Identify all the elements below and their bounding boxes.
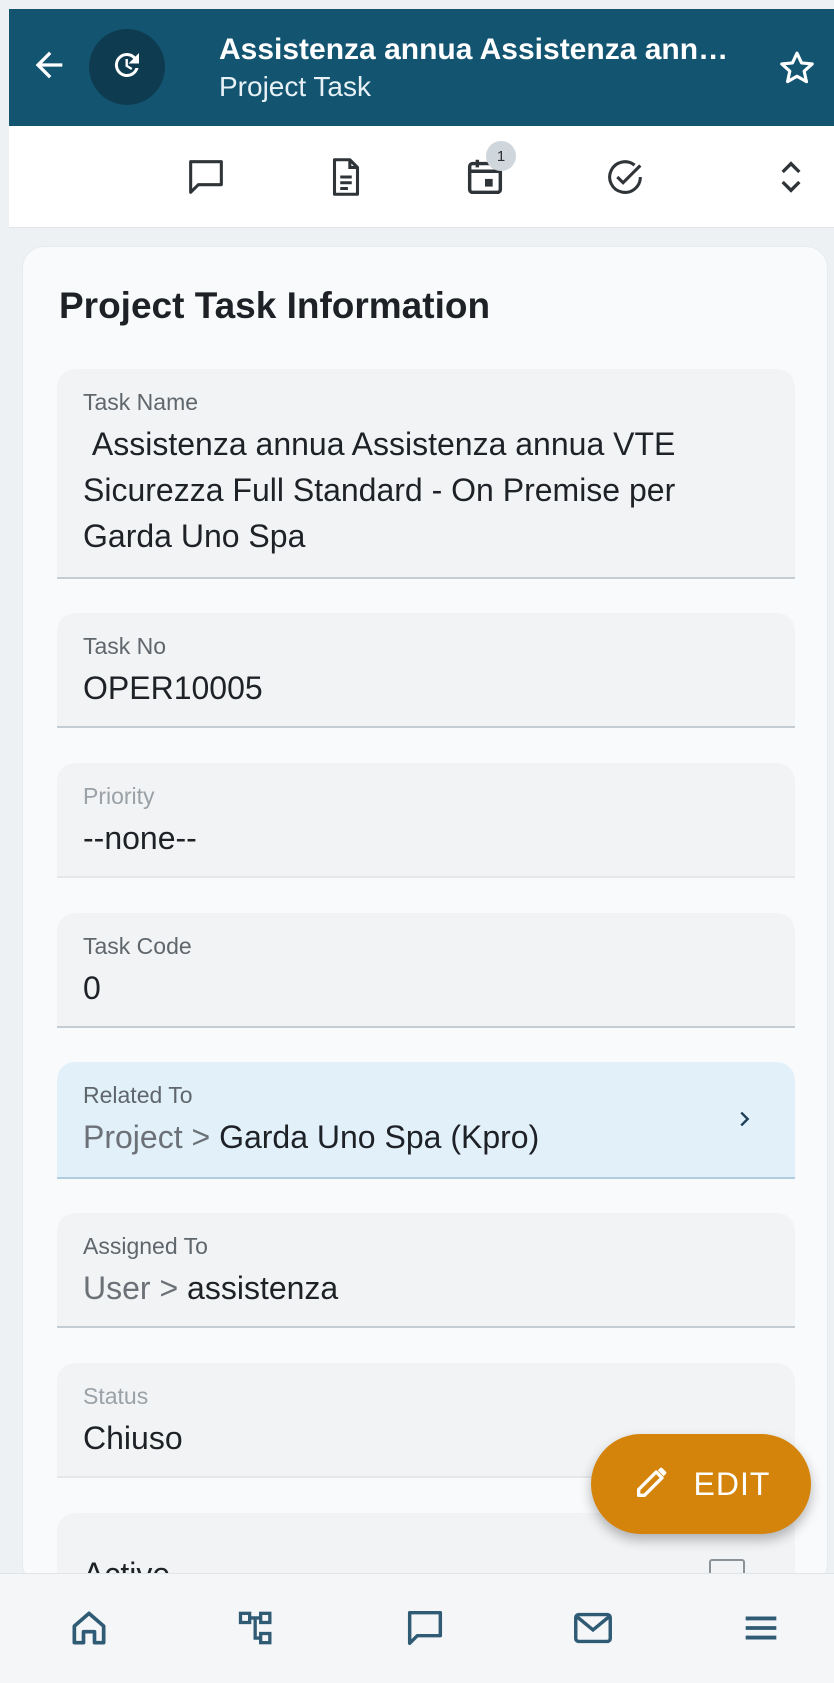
star-outline-icon [776, 47, 818, 94]
header-titles: Assistenza annua Assistenza annu... Proj… [219, 31, 739, 105]
nav-chat[interactable] [397, 1602, 453, 1658]
avatar [89, 29, 165, 105]
module-name: Project Task [219, 71, 371, 102]
expand-button[interactable] [764, 152, 818, 206]
nav-hierarchy[interactable] [229, 1602, 285, 1658]
back-button[interactable] [9, 9, 89, 126]
task-no-field[interactable]: Task No OPER10005 [57, 613, 795, 728]
task-code-field[interactable]: Task Code 0 [57, 913, 795, 1028]
document-icon [323, 154, 369, 205]
related-module: Project > [83, 1119, 220, 1155]
assignee-type: User > [83, 1270, 188, 1306]
documents-button[interactable] [319, 152, 373, 206]
field-label: Task Name [83, 389, 199, 415]
task-information-card: Project Task Information Task Name Assis… [22, 246, 828, 1595]
chevron-right-icon [733, 1106, 755, 1137]
section-title: Project Task Information [59, 285, 491, 326]
field-value: User > assistenza [83, 1265, 769, 1311]
edit-label: EDIT [693, 1465, 771, 1502]
tasks-button[interactable] [598, 152, 652, 206]
field-label: Task No [83, 633, 167, 659]
field-label: Status [83, 1383, 149, 1409]
unfold-icon [771, 155, 811, 204]
field-value: --none-- [83, 820, 197, 856]
nav-home[interactable] [61, 1602, 117, 1658]
calendar-badge: 1 [486, 141, 516, 171]
field-label: Priority [83, 783, 155, 809]
field-value: Assistenza annua Assistenza annua VTE Si… [83, 426, 685, 554]
record-title: Assistenza annua Assistenza annu... [219, 33, 739, 66]
chat-bubble-icon [183, 154, 229, 205]
arrow-left-icon [29, 45, 69, 90]
assigned-to-field[interactable]: Assigned To User > assistenza [57, 1213, 795, 1328]
edit-button[interactable]: EDIT [591, 1434, 811, 1534]
pencil-icon [632, 1462, 672, 1507]
priority-field: Priority --none-- [57, 763, 795, 878]
chat-bubble-icon [402, 1605, 448, 1656]
nav-menu[interactable] [733, 1602, 789, 1658]
check-circle-icon [602, 154, 648, 205]
hamburger-menu-icon [738, 1605, 784, 1656]
field-label: Related To [83, 1082, 193, 1108]
field-value: Project > Garda Uno Spa (Kpro) [83, 1114, 769, 1160]
calendar-button[interactable]: 1 [458, 141, 516, 206]
app-header: Assistenza annua Assistenza annu... Proj… [9, 9, 834, 126]
org-chart-icon [235, 1606, 279, 1655]
bottom-navigation [0, 1573, 834, 1683]
home-icon [67, 1606, 111, 1655]
comments-button[interactable] [179, 152, 233, 206]
field-value: 0 [83, 970, 101, 1006]
favorite-button[interactable] [774, 47, 820, 93]
related-record-link[interactable]: Garda Uno Spa (Kpro) [219, 1119, 539, 1155]
related-to-field[interactable]: Related To Project > Garda Uno Spa (Kpro… [57, 1062, 795, 1179]
field-value: OPER10005 [83, 670, 263, 706]
nav-mail[interactable] [565, 1602, 621, 1658]
field-label: Assigned To [83, 1233, 208, 1259]
record-toolbar: 1 [9, 126, 834, 228]
field-label: Task Code [83, 933, 192, 959]
assignee-name: assistenza [187, 1270, 339, 1306]
mail-icon [570, 1605, 616, 1656]
refresh-clock-icon [109, 47, 145, 88]
task-name-field[interactable]: Task Name Assistenza annua Assistenza an… [57, 369, 795, 579]
